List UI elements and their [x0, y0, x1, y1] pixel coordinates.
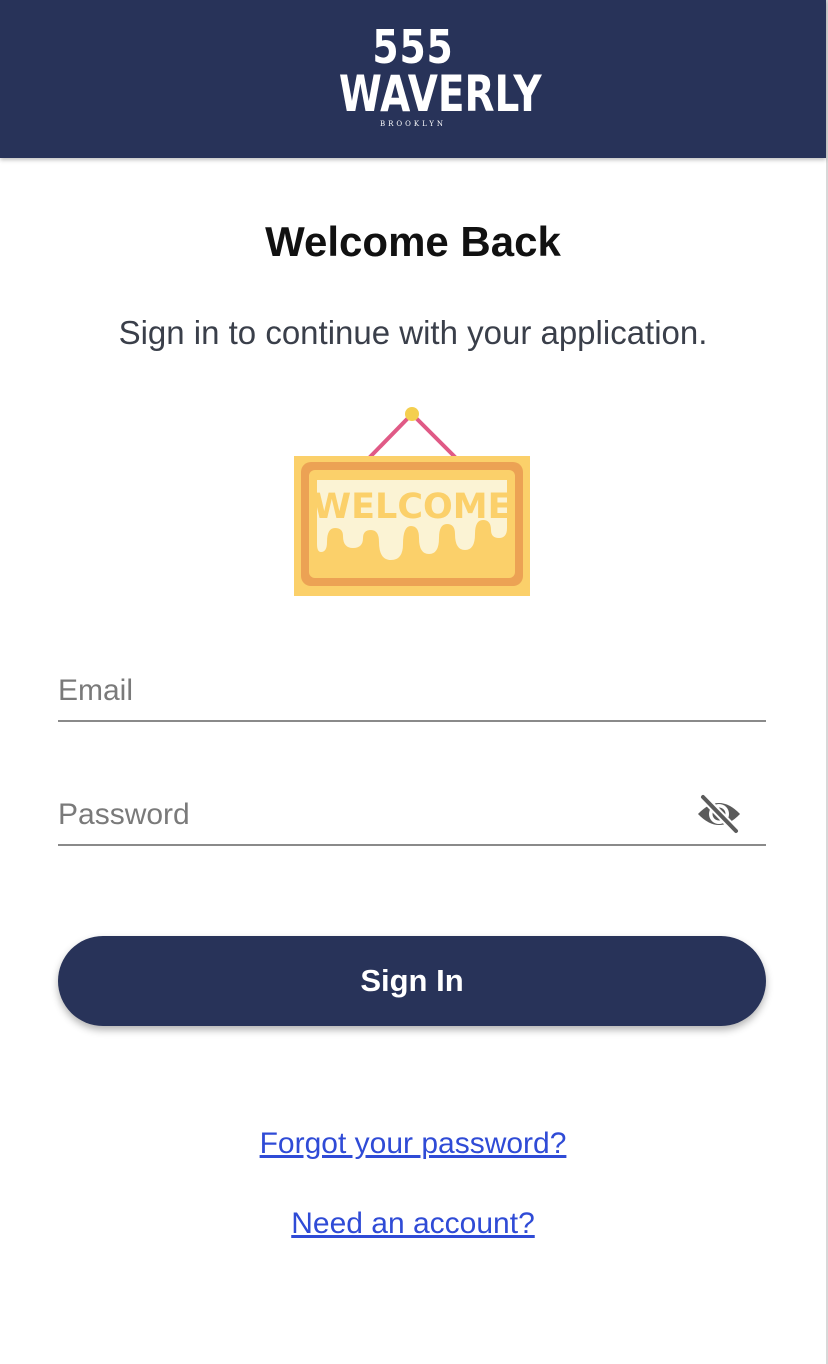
- password-field[interactable]: [58, 786, 766, 844]
- page-title: Welcome Back: [265, 218, 561, 265]
- app-header: 555 WAVERLY BROOKLYN: [0, 0, 826, 158]
- sign-text: WELCOME: [313, 487, 512, 527]
- sign-in-button[interactable]: Sign In: [58, 936, 766, 1026]
- logo-subtitle: BROOKLYN: [379, 120, 447, 128]
- welcome-sign-illustration: WELCOME: [294, 407, 530, 596]
- forgot-password-link[interactable]: Forgot your password?: [0, 1127, 826, 1161]
- eye-off-icon[interactable]: [696, 794, 742, 834]
- brand-logo[interactable]: 555 WAVERLY BROOKLYN: [318, 20, 542, 134]
- logo-number: 555: [372, 20, 454, 74]
- email-field-wrapper: [58, 662, 766, 722]
- login-page: 555 WAVERLY BROOKLYN Welcome Back Sign i…: [0, 0, 828, 1364]
- email-field[interactable]: [58, 662, 766, 720]
- need-account-link[interactable]: Need an account?: [0, 1207, 826, 1241]
- page-subtitle: Sign in to continue with your applicatio…: [118, 314, 708, 351]
- logo-name: WAVERLY: [338, 65, 542, 123]
- password-field-wrapper: [58, 786, 766, 846]
